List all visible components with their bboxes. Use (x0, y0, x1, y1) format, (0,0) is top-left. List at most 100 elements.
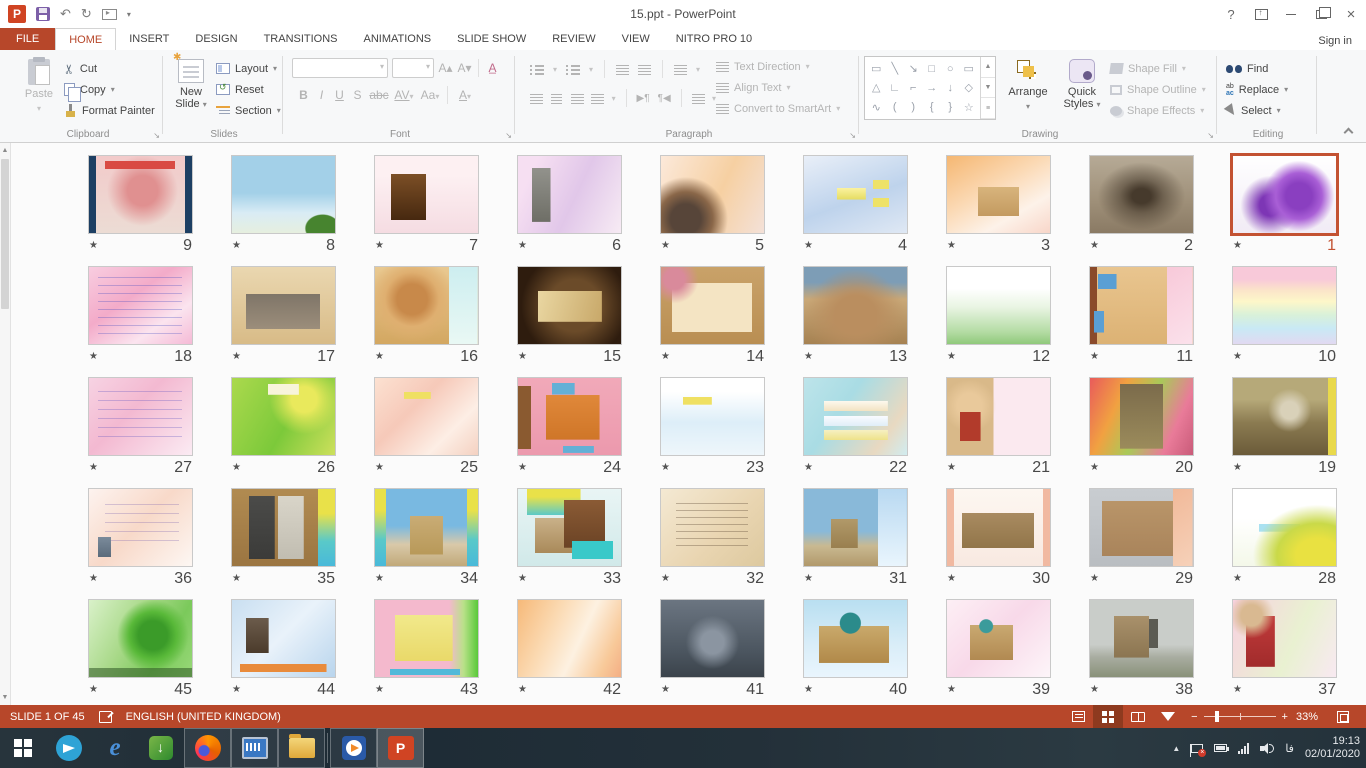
quick-styles-button[interactable]: QuickStyles ▾ (1060, 56, 1104, 126)
zoom-slider-thumb[interactable] (1215, 711, 1219, 722)
slide-thumbnail[interactable] (946, 488, 1051, 567)
slide-thumbnail[interactable] (803, 266, 908, 345)
slide-thumbnail[interactable] (660, 599, 765, 678)
speaker-icon[interactable] (1260, 743, 1274, 754)
increase-indent-icon[interactable] (638, 64, 651, 75)
shape-outline-button[interactable]: Shape Outline▾ (1110, 79, 1206, 100)
tab-transitions[interactable]: TRANSITIONS (251, 28, 351, 50)
format-painter-button[interactable]: Format Painter (64, 100, 155, 121)
line-spacing-icon[interactable] (674, 64, 687, 75)
shapes-gallery[interactable]: ▭╲↘□○▭△∟⌐→↓◇∿(){}☆ ▲ ▼ ≡ (864, 56, 996, 120)
align-center-icon[interactable] (550, 93, 562, 104)
slide-thumbnail[interactable] (1089, 377, 1194, 456)
slide-thumbnail[interactable] (803, 488, 908, 567)
clear-formatting-button[interactable]: A̲ (485, 61, 500, 75)
action-center-flag-icon[interactable] (1191, 744, 1203, 753)
slide-thumbnail[interactable] (1232, 599, 1337, 678)
taskbar-telegram[interactable] (46, 728, 92, 768)
scroll-up-icon[interactable]: ▲ (0, 143, 10, 158)
find-button[interactable]: Find (1226, 58, 1316, 79)
shape-glyph-icon[interactable]: ○ (947, 63, 954, 75)
slide-thumbnail[interactable] (88, 488, 193, 567)
taskbar-clock[interactable]: 19:1302/01/2020 (1305, 735, 1360, 761)
normal-view-button[interactable] (1063, 705, 1093, 728)
sign-in-link[interactable]: Sign in (1318, 35, 1352, 47)
battery-icon[interactable] (1214, 744, 1227, 752)
paste-button[interactable]: Paste▾ (14, 52, 64, 122)
tab-animations[interactable]: ANIMATIONS (351, 28, 445, 50)
slide-thumbnail[interactable] (88, 377, 193, 456)
slide-thumbnail[interactable] (660, 155, 765, 234)
help-button[interactable]: ? (1216, 2, 1246, 26)
slide-thumbnail[interactable] (1232, 155, 1337, 234)
tray-expand-icon[interactable]: ▲ (1172, 744, 1180, 753)
slide-thumbnail[interactable] (231, 155, 336, 234)
ribbon-display-options-button[interactable] (1246, 2, 1276, 26)
reading-view-button[interactable] (1123, 705, 1153, 728)
text-shadow-button[interactable]: S (350, 88, 365, 102)
grow-font-button[interactable]: A▴ (438, 61, 453, 75)
slide-show-button[interactable] (1153, 705, 1183, 728)
slide-thumbnail[interactable] (946, 377, 1051, 456)
slide-thumbnail[interactable] (1089, 599, 1194, 678)
shape-effects-button[interactable]: Shape Effects▾ (1110, 100, 1206, 121)
slide-thumbnail[interactable] (88, 266, 193, 345)
shape-glyph-icon[interactable]: ( (893, 101, 897, 113)
tab-home[interactable]: HOME (55, 28, 116, 50)
slide-thumbnail[interactable] (231, 599, 336, 678)
shrink-font-button[interactable]: A▾ (457, 61, 472, 75)
tab-slide-show[interactable]: SLIDE SHOW (444, 28, 539, 50)
decrease-indent-icon[interactable] (616, 64, 629, 75)
shape-glyph-icon[interactable]: → (926, 82, 937, 94)
shape-glyph-icon[interactable]: ▭ (871, 62, 881, 75)
italic-button[interactable]: I (314, 88, 329, 102)
shape-glyph-icon[interactable]: △ (872, 81, 880, 94)
change-case-button[interactable]: Aa▾ (418, 88, 442, 102)
slide-thumbnail[interactable] (374, 599, 479, 678)
slide-thumbnail[interactable] (517, 266, 622, 345)
slide-thumbnail[interactable] (88, 155, 193, 234)
slide-thumbnail[interactable] (517, 488, 622, 567)
zoom-in-button[interactable]: + (1282, 711, 1288, 723)
minimize-button[interactable] (1276, 2, 1306, 26)
slide-sorter-view-button[interactable] (1093, 705, 1123, 728)
shapes-scroll-down-icon[interactable]: ▼ (981, 78, 995, 99)
slide-thumbnail[interactable] (374, 155, 479, 234)
taskbar-firefox[interactable] (184, 728, 231, 768)
tab-review[interactable]: REVIEW (539, 28, 608, 50)
shape-glyph-icon[interactable]: ⌐ (910, 82, 916, 94)
zoom-level[interactable]: 33% (1296, 711, 1318, 723)
restore-button[interactable] (1306, 2, 1336, 26)
character-spacing-button[interactable]: AV▾ (393, 88, 415, 102)
font-size-combo[interactable] (392, 58, 434, 78)
slide-thumbnail[interactable] (803, 155, 908, 234)
justify-icon[interactable] (591, 93, 603, 104)
numbering-icon[interactable] (566, 64, 580, 75)
shape-glyph-icon[interactable]: ∟ (889, 82, 900, 94)
select-button[interactable]: Select▾ (1226, 100, 1316, 121)
shape-fill-button[interactable]: Shape Fill▾ (1110, 58, 1206, 79)
arrange-button[interactable]: Arrange▾ (1002, 56, 1054, 126)
drawing-dialog-launcher[interactable]: ↘ (1207, 131, 1214, 140)
replace-button[interactable]: abacReplace▾ (1226, 79, 1316, 100)
shape-glyph-icon[interactable]: ╲ (891, 62, 898, 75)
shapes-more-icon[interactable]: ≡ (981, 98, 995, 119)
slide-thumbnail[interactable] (517, 155, 622, 234)
cut-button[interactable]: ✂Cut (64, 58, 155, 79)
slide-thumbnail[interactable] (1089, 488, 1194, 567)
font-name-combo[interactable] (292, 58, 388, 78)
slide-thumbnail[interactable] (231, 377, 336, 456)
slide-thumbnail[interactable] (803, 599, 908, 678)
taskbar-media-player[interactable] (330, 728, 377, 768)
align-text-button[interactable]: Align Text▾ (716, 77, 840, 98)
taskbar-powerpoint[interactable]: P (377, 728, 424, 768)
taskbar-file-explorer[interactable] (278, 728, 325, 768)
slide-thumbnail[interactable] (1232, 488, 1337, 567)
taskbar-onscreen-keyboard[interactable] (231, 728, 278, 768)
slide-thumbnail[interactable] (231, 266, 336, 345)
tab-file[interactable]: FILE (0, 28, 55, 50)
rtl-direction-icon[interactable]: ¶◀ (658, 93, 671, 104)
shape-glyph-icon[interactable]: } (948, 101, 952, 113)
vertical-scrollbar[interactable]: ▲ ▼ (0, 143, 11, 705)
slide-thumbnail[interactable] (1232, 377, 1337, 456)
